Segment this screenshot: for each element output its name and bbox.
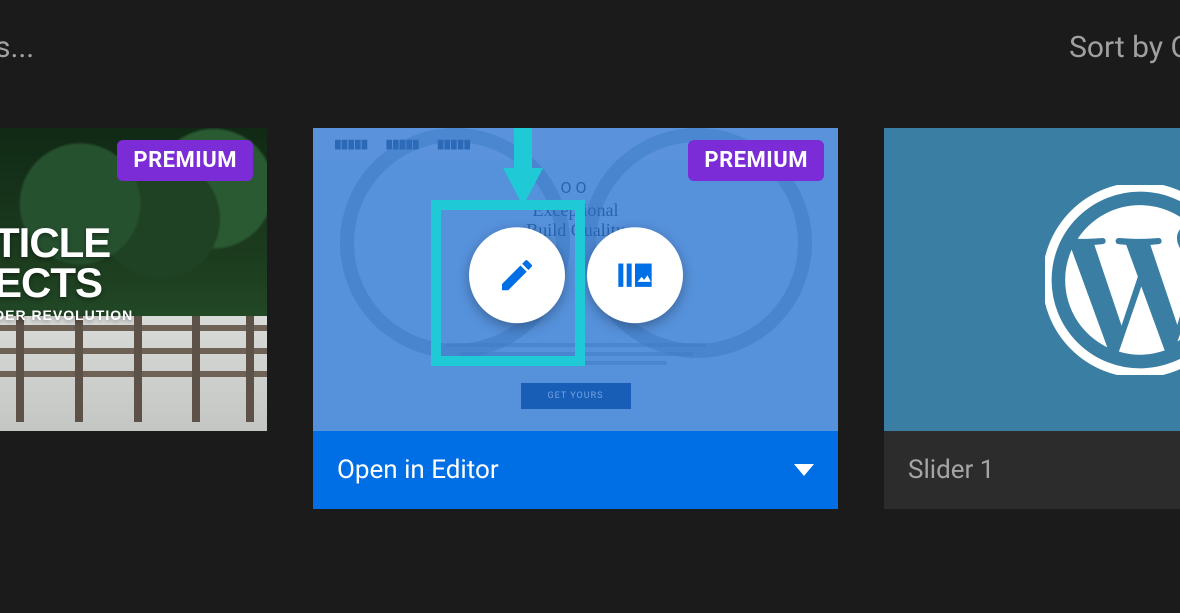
title-line: ECTS [0,263,133,303]
chevron-down-icon [794,464,814,476]
premium-badge: PREMIUM [688,140,824,181]
open-in-editor-bar[interactable]: Open in Editor [313,431,838,509]
open-in-editor-label: Open in Editor [337,455,499,485]
preview-button[interactable] [587,227,683,323]
slider-card[interactable]: TICLE ECTS DER REVOLUTION PREMIUM [0,128,267,431]
slider-thumbnail [884,128,1180,431]
search-fragment: s... [0,30,34,65]
title-subtitle: DER REVOLUTION [0,309,133,322]
wordpress-logo-icon [1045,185,1180,375]
slider-grid: TICLE ECTS DER REVOLUTION PREMIUM █████ … [0,128,1180,509]
topbar: s... Sort by C [0,0,1180,95]
slider-card-active[interactable]: █████ █████ █████ OO Exceptional Build Q… [313,128,838,509]
premium-badge: PREMIUM [117,140,253,181]
slider-label: Slider 1 [908,455,994,485]
slider-thumbnail: TICLE ECTS DER REVOLUTION PREMIUM [0,128,267,431]
slider-card[interactable]: Slider 1 [884,128,1180,509]
edit-button[interactable] [469,227,565,323]
hover-actions [469,227,683,323]
sort-by-label[interactable]: Sort by C [1069,30,1180,65]
slider-title-overlay: TICLE ECTS DER REVOLUTION [0,223,133,322]
pencil-icon [497,255,537,295]
title-line: TICLE [0,223,133,263]
slider-image-icon [615,255,655,295]
slider-label-bar[interactable]: Slider 1 [884,431,1180,509]
fence-graphic [0,316,267,431]
slider-thumbnail: █████ █████ █████ OO Exceptional Build Q… [313,128,838,431]
